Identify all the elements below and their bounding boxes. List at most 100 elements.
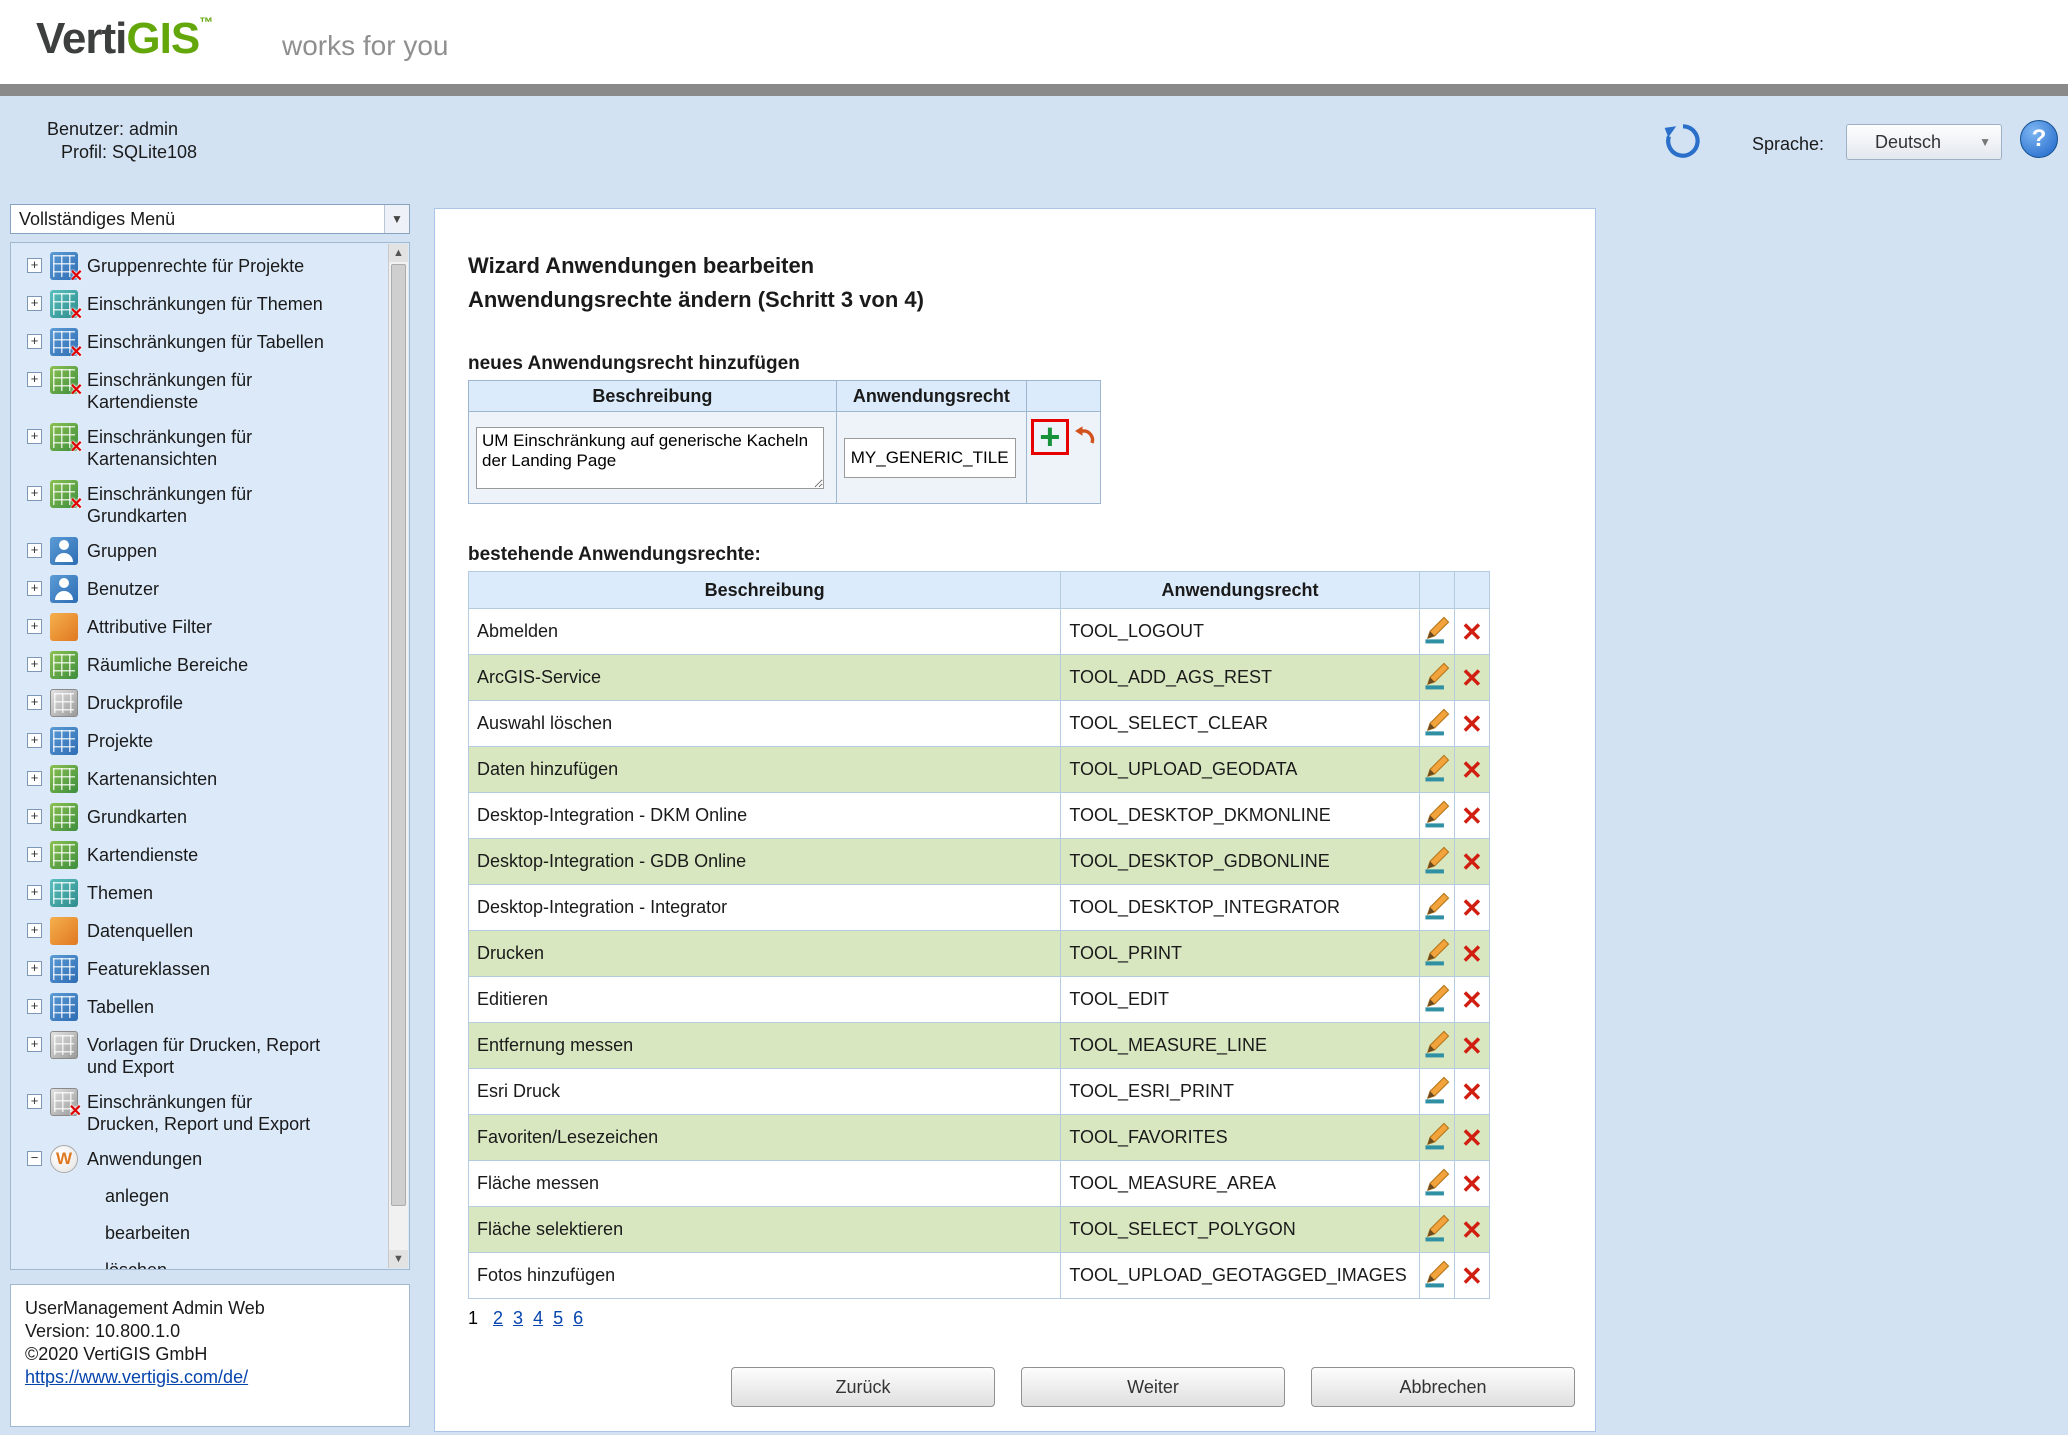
edit-icon[interactable]: [1422, 936, 1452, 966]
delete-icon[interactable]: ✕: [1461, 1261, 1483, 1291]
select-arrow-icon[interactable]: ▼: [384, 205, 409, 233]
expand-icon[interactable]: +: [27, 923, 42, 938]
page-link-4[interactable]: 4: [533, 1308, 543, 1328]
delete-icon[interactable]: ✕: [1461, 847, 1483, 877]
page-link-6[interactable]: 6: [573, 1308, 583, 1328]
expand-icon[interactable]: +: [27, 372, 42, 387]
undo-icon[interactable]: [1071, 423, 1097, 454]
sidebar-item-gruppenrechte-für-projekte[interactable]: +✕Gruppenrechte für Projekte: [11, 247, 369, 285]
edit-icon[interactable]: [1422, 844, 1452, 874]
next-button[interactable]: Weiter: [1021, 1367, 1285, 1407]
edit-icon[interactable]: [1422, 1028, 1452, 1058]
delete-icon[interactable]: ✕: [1461, 1077, 1483, 1107]
scroll-up-icon[interactable]: ▲: [389, 244, 408, 262]
sidebar-item-featureklassen[interactable]: +Featureklassen: [11, 950, 369, 988]
expand-icon[interactable]: +: [27, 695, 42, 710]
expand-icon[interactable]: +: [27, 486, 42, 501]
delete-icon[interactable]: ✕: [1461, 939, 1483, 969]
expand-icon[interactable]: +: [27, 885, 42, 900]
sidebar-item-einschränkungen-für-drucken-report-und-export[interactable]: +✕Einschränkungen für Drucken, Report un…: [11, 1083, 369, 1140]
expand-icon[interactable]: +: [27, 657, 42, 672]
sidebar-item-benutzer[interactable]: +Benutzer: [11, 570, 369, 608]
sidebar-item-datenquellen[interactable]: +Datenquellen: [11, 912, 369, 950]
delete-icon[interactable]: ✕: [1461, 1031, 1483, 1061]
scroll-down-icon[interactable]: ▼: [389, 1250, 408, 1268]
language-select[interactable]: Deutsch ▼: [1846, 124, 2002, 160]
expand-icon[interactable]: +: [27, 334, 42, 349]
edit-icon[interactable]: [1422, 798, 1452, 828]
expand-icon[interactable]: +: [27, 771, 42, 786]
expand-icon[interactable]: +: [27, 258, 42, 273]
expand-icon[interactable]: +: [27, 847, 42, 862]
sidebar-item-einschränkungen-für-themen[interactable]: +✕Einschränkungen für Themen: [11, 285, 369, 323]
delete-icon[interactable]: ✕: [1461, 709, 1483, 739]
page-link-5[interactable]: 5: [553, 1308, 563, 1328]
sidebar-item-räumliche-bereiche[interactable]: +Räumliche Bereiche: [11, 646, 369, 684]
sidebar-item-vorlagen-für-drucken-report-und-export[interactable]: +Vorlagen für Drucken, Report und Export: [11, 1026, 369, 1083]
sidebar-subitem-anlegen[interactable]: anlegen: [11, 1178, 369, 1215]
delete-icon[interactable]: ✕: [1461, 1215, 1483, 1245]
edit-icon[interactable]: [1422, 1120, 1452, 1150]
sidebar-item-einschränkungen-für-tabellen[interactable]: +✕Einschränkungen für Tabellen: [11, 323, 369, 361]
refresh-icon[interactable]: [1662, 120, 1704, 162]
edit-icon[interactable]: [1422, 982, 1452, 1012]
sidebar-item-gruppen[interactable]: +Gruppen: [11, 532, 369, 570]
expand-icon[interactable]: +: [27, 999, 42, 1014]
new-right-input[interactable]: [844, 438, 1016, 478]
delete-icon[interactable]: ✕: [1461, 1169, 1483, 1199]
page-link-3[interactable]: 3: [513, 1308, 523, 1328]
expand-icon[interactable]: +: [27, 961, 42, 976]
delete-icon[interactable]: ✕: [1461, 617, 1483, 647]
sidebar-item-tabellen[interactable]: +Tabellen: [11, 988, 369, 1026]
menu-mode-select[interactable]: Vollständiges Menü ▼: [10, 204, 410, 234]
delete-icon[interactable]: ✕: [1461, 663, 1483, 693]
scrollbar-thumb[interactable]: [391, 264, 406, 1206]
edit-icon[interactable]: [1422, 1074, 1452, 1104]
expand-icon[interactable]: +: [27, 581, 42, 596]
sidebar-item-druckprofile[interactable]: +Druckprofile: [11, 684, 369, 722]
collapse-icon[interactable]: −: [27, 1151, 42, 1166]
sidebar-item-themen[interactable]: +Themen: [11, 874, 369, 912]
new-description-input[interactable]: UM Einschränkung auf generische Kacheln …: [476, 427, 824, 489]
expand-icon[interactable]: +: [27, 809, 42, 824]
edit-icon[interactable]: [1422, 890, 1452, 920]
sidebar-item-kartenansichten[interactable]: +Kartenansichten: [11, 760, 369, 798]
sidebar-subitem-bearbeiten[interactable]: bearbeiten: [11, 1215, 369, 1252]
delete-icon[interactable]: ✕: [1461, 755, 1483, 785]
edit-icon[interactable]: [1422, 1212, 1452, 1242]
edit-icon[interactable]: [1422, 1166, 1452, 1196]
vertigis-link[interactable]: https://www.vertigis.com/de/: [25, 1367, 248, 1387]
expand-icon[interactable]: +: [27, 1094, 42, 1109]
sidebar-item-kartendienste[interactable]: +Kartendienste: [11, 836, 369, 874]
add-right-icon[interactable]: +: [1036, 422, 1064, 452]
cancel-button[interactable]: Abbrechen: [1311, 1367, 1575, 1407]
edit-icon[interactable]: [1422, 660, 1452, 690]
expand-icon[interactable]: +: [27, 619, 42, 634]
help-button[interactable]: ?: [2020, 120, 2058, 158]
expand-icon[interactable]: +: [27, 733, 42, 748]
expand-icon[interactable]: +: [27, 1037, 42, 1052]
edit-icon[interactable]: [1422, 752, 1452, 782]
header-divider: [0, 84, 2068, 96]
expand-icon[interactable]: +: [27, 296, 42, 311]
sidebar-item-anwendungen[interactable]: −Anwendungen: [11, 1140, 369, 1178]
sidebar-item-einschränkungen-für-kartendienste[interactable]: +✕Einschränkungen für Kartendienste: [11, 361, 369, 418]
sidebar-item-einschränkungen-für-kartenansichten[interactable]: +✕Einschränkungen für Kartenansichten: [11, 418, 369, 475]
expand-icon[interactable]: +: [27, 429, 42, 444]
delete-icon[interactable]: ✕: [1461, 893, 1483, 923]
sidebar-item-einschränkungen-für-grundkarten[interactable]: +✕Einschränkungen für Grundkarten: [11, 475, 369, 532]
sidebar-subitem-löschen[interactable]: löschen: [11, 1252, 369, 1270]
sidebar-item-grundkarten[interactable]: +Grundkarten: [11, 798, 369, 836]
edit-icon[interactable]: [1422, 706, 1452, 736]
sidebar-scrollbar[interactable]: ▲ ▼: [388, 244, 408, 1268]
delete-icon[interactable]: ✕: [1461, 985, 1483, 1015]
expand-icon[interactable]: +: [27, 543, 42, 558]
page-link-2[interactable]: 2: [493, 1308, 503, 1328]
back-button[interactable]: Zurück: [731, 1367, 995, 1407]
sidebar-item-attributive-filter[interactable]: +Attributive Filter: [11, 608, 369, 646]
sidebar-item-projekte[interactable]: +Projekte: [11, 722, 369, 760]
edit-icon[interactable]: [1422, 1258, 1452, 1288]
delete-icon[interactable]: ✕: [1461, 1123, 1483, 1153]
delete-icon[interactable]: ✕: [1461, 801, 1483, 831]
edit-icon[interactable]: [1422, 614, 1452, 644]
